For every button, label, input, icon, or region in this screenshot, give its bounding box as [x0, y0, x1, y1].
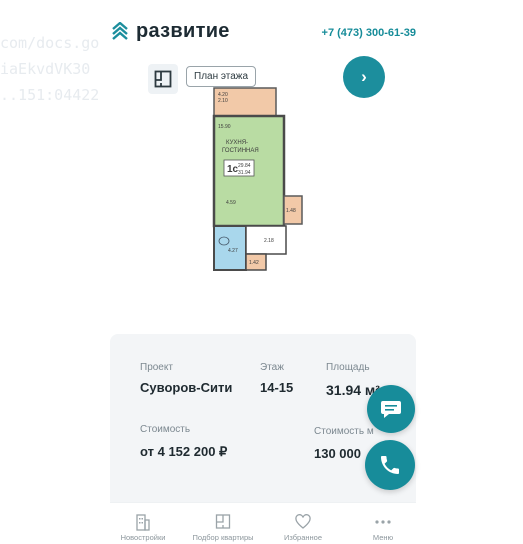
- next-plan-button[interactable]: ›: [343, 56, 385, 98]
- floor-value: 14-15: [260, 380, 294, 395]
- building-icon: [136, 514, 150, 531]
- logo-icon: [112, 22, 128, 40]
- phone-link[interactable]: +7 (473) 300-61-39: [322, 27, 416, 39]
- ghost-line: iaEkvdVK30: [0, 60, 91, 78]
- project-value[interactable]: Суворов-Сити: [140, 380, 232, 395]
- nav-label: Новостройки: [120, 533, 166, 542]
- header: развитие +7 (473) 300-61-39: [110, 0, 416, 58]
- ghost-line: com/docs.go: [0, 34, 100, 52]
- room-name-label: КУХНЯ-: [226, 140, 248, 146]
- nav-item-favorites[interactable]: Избранное: [265, 507, 341, 542]
- corridor-area-label: 2.18: [264, 238, 274, 244]
- nav-label: Меню: [372, 533, 394, 542]
- price-value: от 4 152 200 ₽: [140, 444, 228, 459]
- room-name-label: ГОСТИННАЯ: [222, 148, 259, 154]
- room-area-label: 15.90: [218, 124, 231, 130]
- living-area-label: 29.84: [238, 163, 251, 169]
- apartment-floorplan: 4.20 2.10 15.90 КУХНЯ- ГОСТИННАЯ 1с 29.8…: [212, 87, 303, 271]
- ghost-line: ..151:04422: [0, 86, 100, 104]
- nav-item-podbor[interactable]: Подбор квартиры: [185, 507, 261, 542]
- floor-plan-button[interactable]: План этажа: [186, 66, 257, 87]
- project-label: Проект: [140, 362, 173, 373]
- nav-item-novostroyki[interactable]: Новостройки: [105, 507, 181, 542]
- bottom-navigation: Новостройки Подбор квартиры Избранное Ме…: [110, 502, 416, 544]
- mobile-page: развитие +7 (473) 300-61-39 План этажа ›…: [110, 0, 416, 544]
- closet-area-label: 1.48: [286, 208, 296, 214]
- wc-area-label: 1.42: [249, 260, 259, 266]
- total-area-label: 31.94: [238, 170, 251, 176]
- nav-label: Подбор квартиры: [192, 533, 254, 542]
- floorplan-icon: [215, 514, 231, 529]
- floorplan-icon: [154, 70, 172, 88]
- floor-label: Этаж: [260, 362, 284, 373]
- plan-area: План этажа › 4.20 2.10 15.90 КУХНЯ- ГОСТ…: [110, 56, 416, 332]
- phone-icon: [381, 456, 399, 474]
- bath-area-label: 4.27: [228, 248, 238, 254]
- price-label: Стоимость: [140, 424, 191, 435]
- chat-button[interactable]: [367, 385, 415, 433]
- nav-label: Избранное: [283, 533, 322, 542]
- heart-icon: [295, 514, 311, 529]
- floorplan-view-button[interactable]: [148, 64, 178, 94]
- price-per-meter-label: Стоимость м: [314, 426, 374, 437]
- call-button[interactable]: [365, 440, 415, 490]
- zone-area-label: 4.59: [226, 200, 236, 206]
- chat-icon: [381, 401, 401, 418]
- apartment-type-label: 1с: [227, 164, 239, 175]
- more-icon: [375, 520, 391, 524]
- area-label: Площадь: [326, 362, 370, 373]
- price-per-meter-value: 130 000: [314, 446, 361, 461]
- balcony-area-label: 2.10: [218, 98, 228, 104]
- nav-item-menu[interactable]: Меню: [345, 507, 421, 542]
- brand-logo-text[interactable]: развитие: [136, 20, 230, 43]
- background-ghost-text: com/docs.go iaEkvdVK30 ..151:04422: [0, 30, 115, 108]
- chevron-right-icon: ›: [361, 67, 367, 86]
